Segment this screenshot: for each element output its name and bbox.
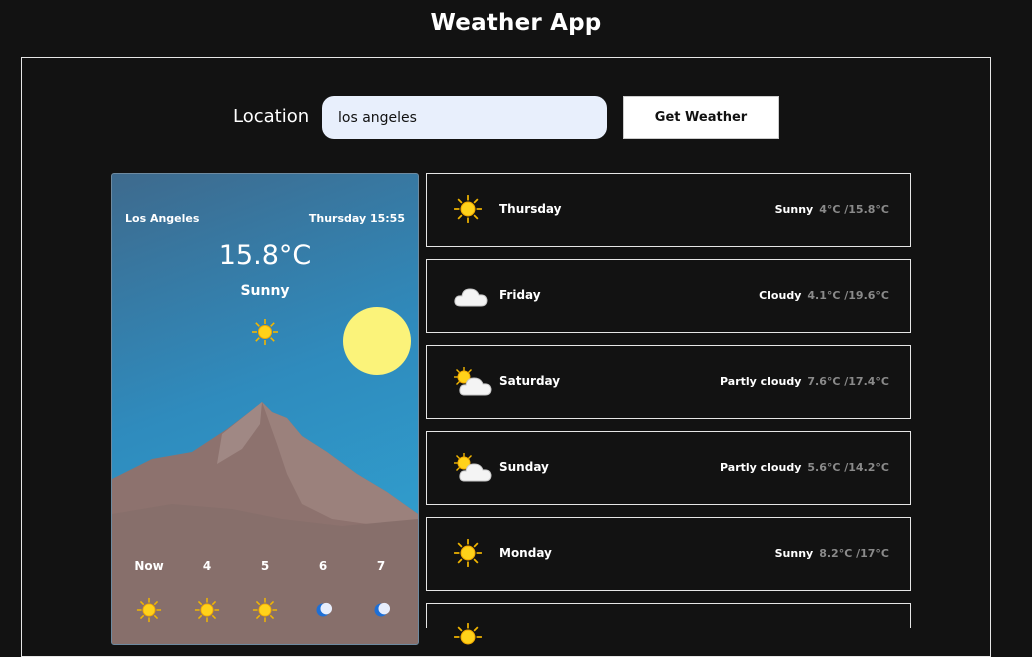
cloud-icon (453, 280, 489, 314)
hour-label: Now (134, 559, 164, 573)
sun-illustration (343, 307, 411, 375)
forecast-summary: Partly cloudy 5.6°C /14.2°C (720, 461, 889, 474)
current-condition: Sunny (240, 283, 290, 299)
forecast-temps: 7.6°C /17.4°C (807, 375, 889, 388)
forecast-day-name: Thursday (499, 202, 562, 216)
forecast-temps: 8.2°C /17°C (819, 547, 889, 560)
forecast-condition: Partly cloudy (720, 461, 802, 474)
forecast-condition: Cloudy (759, 289, 802, 302)
forecast-temps: 5.6°C /14.2°C (807, 461, 889, 474)
partly-cloudy-icon (453, 452, 493, 488)
moon-icon (310, 597, 336, 627)
forecast-condition: Sunny (774, 547, 814, 560)
sun-icon (252, 597, 278, 627)
forecast-condition: Partly cloudy (720, 375, 802, 388)
partly-cloudy-icon (453, 366, 493, 402)
location-label: Location (233, 106, 310, 127)
sun-icon (453, 538, 483, 572)
forecast-day-name: Friday (499, 288, 541, 302)
hourly-item: 6 (303, 559, 343, 617)
location-input[interactable] (322, 96, 607, 139)
get-weather-button[interactable]: Get Weather (623, 96, 779, 139)
forecast-temps: 4.1°C /19.6°C (807, 289, 889, 302)
forecast-summary: Sunny 4°C /15.8°C (775, 203, 889, 216)
hour-label: 4 (202, 559, 212, 573)
sun-icon (136, 597, 162, 627)
hourly-item: 4 (187, 559, 227, 623)
moon-icon (368, 597, 394, 627)
forecast-summary: Sunny 8.2°C /17°C (775, 547, 889, 560)
current-temperature: 15.8°C (218, 240, 312, 271)
forecast-summary: Cloudy 4.1°C /19.6°C (759, 289, 889, 302)
forecast-day-card[interactable]: Thursday Sunny 4°C /15.8°C (426, 173, 911, 247)
hourly-item: 5 (245, 559, 285, 623)
forecast-day-card[interactable]: Monday Sunny 8.2°C /17°C (426, 517, 911, 591)
forecast-summary: Partly cloudy 7.6°C /17.4°C (720, 375, 889, 388)
hour-label: 5 (260, 559, 270, 573)
current-weather-card: Los Angeles Thursday 15:55 15.8°C Sunny … (111, 173, 419, 645)
forecast-day-name: Saturday (499, 374, 561, 388)
hour-label: 6 (318, 559, 328, 573)
current-datetime: Thursday 15:55 (308, 212, 405, 225)
sun-icon (251, 318, 279, 350)
forecast-day-card[interactable]: Sunday Partly cloudy 5.6°C /14.2°C (426, 431, 911, 505)
forecast-temps: 4°C /15.8°C (819, 203, 889, 216)
sun-icon (453, 194, 483, 228)
sun-icon (453, 622, 483, 656)
forecast-day-name: Monday (499, 546, 552, 560)
forecast-day-card[interactable]: Friday Cloudy 4.1°C /19.6°C (426, 259, 911, 333)
hourly-item: Now (129, 559, 169, 623)
forecast-day-name: Sunday (499, 460, 549, 474)
hour-label: 7 (376, 559, 386, 573)
forecast-day-card[interactable] (426, 603, 911, 645)
hourly-item: 7 (361, 559, 401, 617)
page-title: Weather App (430, 10, 602, 36)
current-city: Los Angeles (125, 212, 200, 225)
sun-icon (194, 597, 220, 627)
forecast-condition: Sunny (774, 203, 814, 216)
forecast-day-card[interactable]: Saturday Partly cloudy 7.6°C /17.4°C (426, 345, 911, 419)
